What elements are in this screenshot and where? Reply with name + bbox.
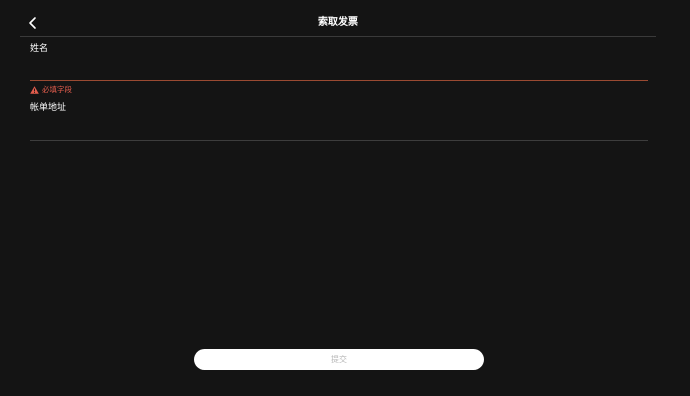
error-message: 必填字段 [42, 85, 72, 94]
invoice-request-screen: 索取发票 姓名 必填字段 帐单地址 提交 [0, 0, 690, 396]
page-title: 索取发票 [318, 17, 358, 28]
billing-address-field-underline [30, 140, 648, 141]
nav-bar: 索取发票 [20, 12, 656, 37]
warning-triangle-icon [30, 86, 39, 94]
name-field-label: 姓名 [30, 44, 49, 54]
billing-address-input[interactable] [30, 117, 648, 139]
name-input[interactable] [30, 57, 648, 79]
submit-button[interactable]: 提交 [194, 349, 484, 370]
name-field-underline [30, 80, 648, 81]
billing-address-field-label: 帐单地址 [30, 103, 67, 113]
name-field-error: 必填字段 [30, 84, 72, 96]
